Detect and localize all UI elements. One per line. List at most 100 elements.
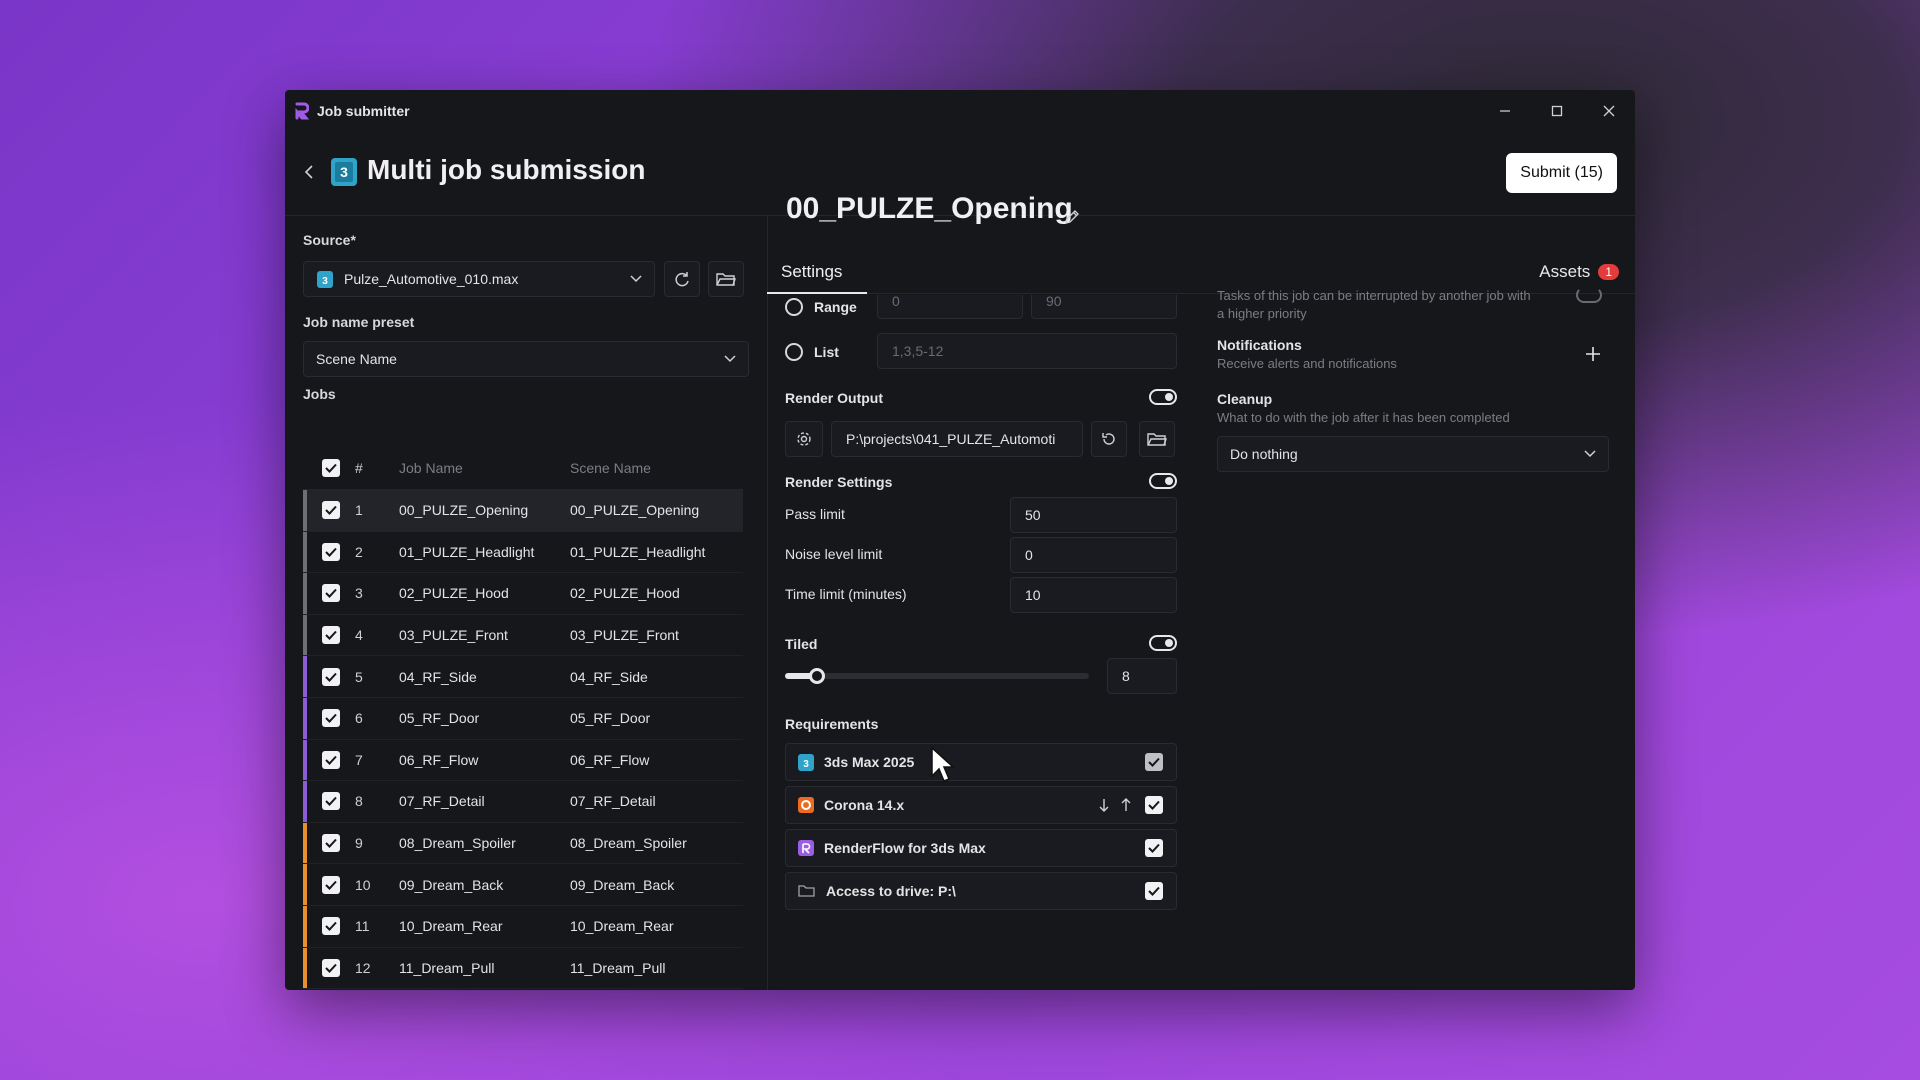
job-group-bar — [303, 490, 307, 531]
noise-level-input[interactable]: 0 — [1010, 537, 1177, 573]
requirement-checkbox[interactable] — [1145, 839, 1163, 857]
browse-output-button[interactable] — [1139, 421, 1175, 457]
maximize-icon — [1551, 105, 1563, 117]
reset-icon — [1102, 433, 1115, 445]
job-checkbox[interactable] — [322, 584, 340, 603]
cleanup-select[interactable]: Do nothing — [1217, 436, 1609, 472]
job-checkbox[interactable] — [322, 917, 340, 936]
tab-assets[interactable]: Assets 1 — [1539, 262, 1619, 282]
table-row[interactable]: 6 05_RF_Door 05_RF_Door — [303, 697, 743, 740]
table-row[interactable]: 12 11_Dream_Pull 11_Dream_Pull — [303, 947, 743, 990]
tiled-value-input[interactable]: 8 — [1107, 658, 1177, 694]
tiled-slider-thumb[interactable] — [809, 668, 826, 684]
source-select[interactable]: 3 Pulze_Automotive_010.max — [303, 261, 655, 297]
left-pane: Source* 3 Pulze_Automotive_010.max Job n… — [303, 216, 751, 990]
interruptible-toggle[interactable] — [1576, 287, 1602, 303]
job-name: 05_RF_Door — [399, 710, 480, 727]
preset-value: Scene Name — [316, 351, 397, 367]
submit-button[interactable]: Submit (15) — [1506, 153, 1617, 193]
job-checkbox[interactable] — [322, 792, 340, 811]
checkmark-icon — [325, 922, 337, 932]
job-name: 03_PULZE_Front — [399, 627, 508, 644]
open-folder-button[interactable] — [708, 261, 744, 297]
requirement-checkbox[interactable] — [1145, 882, 1163, 900]
title-bar: Job submitter — [285, 90, 1635, 132]
output-settings-button[interactable] — [785, 421, 823, 457]
table-row[interactable]: 11 10_Dream_Rear 10_Dream_Rear — [303, 905, 743, 948]
job-checkbox[interactable] — [322, 958, 340, 977]
checkmark-icon — [325, 547, 337, 557]
job-name: 10_Dream_Rear — [399, 918, 503, 935]
reset-output-button[interactable] — [1091, 421, 1127, 457]
job-number: 10 — [355, 876, 371, 893]
pane-divider — [767, 216, 768, 990]
table-row[interactable]: 1 00_PULZE_Opening 00_PULZE_Opening — [303, 490, 743, 532]
job-checkbox[interactable] — [322, 750, 340, 769]
table-row[interactable]: 4 03_PULZE_Front 03_PULZE_Front — [303, 614, 743, 657]
cleanup-value: Do nothing — [1230, 446, 1298, 462]
job-number: 5 — [355, 668, 363, 685]
corona-icon — [798, 797, 814, 813]
svg-text:3: 3 — [803, 759, 809, 770]
requirement-item[interactable]: 3 3ds Max 2025 — [785, 743, 1177, 781]
time-limit-input[interactable]: 10 — [1010, 577, 1177, 613]
select-all-checkbox[interactable] — [322, 458, 340, 477]
tab-settings[interactable]: Settings — [781, 262, 842, 282]
scene-name: 11_Dream_Pull — [570, 959, 666, 976]
job-checkbox[interactable] — [322, 542, 340, 561]
table-row[interactable]: 9 08_Dream_Spoiler 08_Dream_Spoiler — [303, 822, 743, 865]
table-row[interactable]: 3 02_PULZE_Hood 02_PULZE_Hood — [303, 573, 743, 615]
table-row[interactable]: 10 09_Dream_Back 09_Dream_Back — [303, 864, 743, 906]
pass-limit-input[interactable]: 50 — [1010, 497, 1177, 533]
job-checkbox[interactable] — [322, 501, 340, 520]
scene-name: 05_RF_Door — [570, 710, 651, 727]
render-output-toggle[interactable] — [1149, 389, 1177, 405]
requirement-checkbox[interactable] — [1145, 753, 1163, 771]
mouse-cursor-icon — [931, 746, 955, 782]
settings-panel: Range 0 90 List 1,3,5-12 Render Output P… — [785, 295, 1185, 945]
requirement-checkbox[interactable] — [1145, 796, 1163, 814]
tiled-slider[interactable] — [785, 673, 1089, 679]
chevron-down-icon — [1584, 450, 1596, 458]
job-checkbox[interactable] — [322, 709, 340, 728]
arrow-up-icon[interactable] — [1120, 797, 1132, 813]
col-num: # — [355, 459, 363, 476]
renderflow-icon — [798, 840, 814, 856]
table-row[interactable]: 7 06_RF_Flow 06_RF_Flow — [303, 739, 743, 782]
scene-name: 04_RF_Side — [570, 668, 648, 685]
requirement-item[interactable]: RenderFlow for 3ds Max — [785, 829, 1177, 867]
3dsmax-icon: 3 — [798, 753, 814, 771]
job-checkbox[interactable] — [322, 875, 340, 894]
table-row[interactable]: 5 04_RF_Side 04_RF_Side — [303, 656, 743, 698]
requirement-item[interactable]: Access to drive: P:\ — [785, 872, 1177, 910]
edit-icon[interactable] — [1063, 208, 1081, 226]
job-checkbox[interactable] — [322, 834, 340, 853]
requirement-name: RenderFlow for 3ds Max — [824, 840, 986, 856]
requirement-item[interactable]: Corona 14.x — [785, 786, 1177, 824]
job-name: 07_RF_Detail — [399, 793, 485, 810]
list-radio[interactable] — [785, 343, 803, 361]
back-button[interactable] — [297, 156, 321, 188]
job-checkbox[interactable] — [322, 626, 340, 645]
list-input[interactable]: 1,3,5-12 — [877, 333, 1177, 369]
tiled-toggle[interactable] — [1149, 635, 1177, 651]
range-from-input[interactable]: 0 — [877, 295, 1023, 319]
render-settings-label: Render Settings — [785, 474, 893, 490]
chevron-left-icon — [304, 165, 313, 179]
job-name-preset-select[interactable]: Scene Name — [303, 341, 749, 377]
render-output-path[interactable]: P:\projects\041_PULZE_Automoti — [831, 421, 1083, 457]
range-to-input[interactable]: 90 — [1031, 295, 1177, 319]
close-button[interactable] — [1583, 90, 1635, 132]
minimize-button[interactable] — [1479, 90, 1531, 132]
arrow-down-icon[interactable] — [1098, 797, 1110, 813]
render-settings-toggle[interactable] — [1149, 473, 1177, 489]
refresh-button[interactable] — [664, 261, 700, 297]
job-checkbox[interactable] — [322, 667, 340, 686]
table-row[interactable]: 8 07_RF_Detail 07_RF_Detail — [303, 781, 743, 823]
minimize-icon — [1500, 110, 1510, 112]
table-row[interactable]: 2 01_PULZE_Headlight 01_PULZE_Headlight — [303, 531, 743, 574]
interrupt-description: Tasks of this job can be interrupted by … — [1217, 288, 1531, 321]
range-radio[interactable] — [785, 298, 803, 316]
maximize-button[interactable] — [1531, 90, 1583, 132]
add-notification-icon[interactable] — [1586, 347, 1600, 361]
